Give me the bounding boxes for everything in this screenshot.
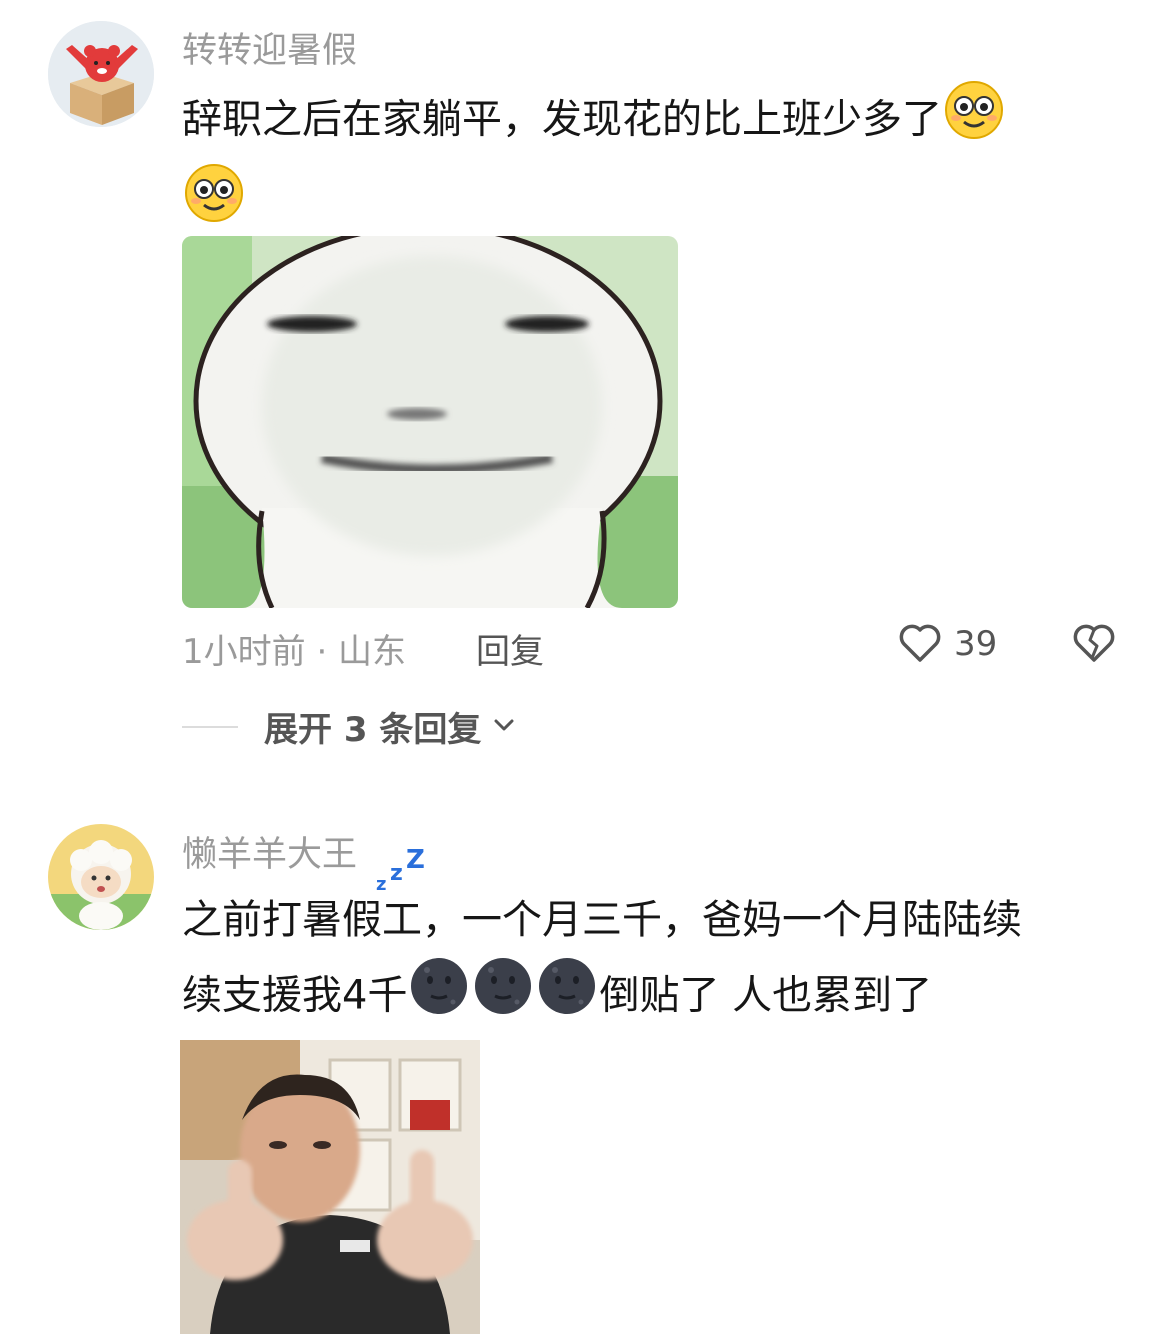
new-moon-face-icon (409, 956, 469, 1039)
comment-time-location: 1小时前 · 山东 (182, 632, 407, 672)
divider-line (182, 725, 238, 728)
comment-text-line: 倒贴了 人也累到了 (599, 972, 933, 1019)
heart-outline-icon (896, 618, 944, 670)
thumbs-up-man-image (180, 1040, 480, 1334)
comment-text: 之前打暑假工，一个月三千，爸妈一个月陆陆续 续支援我4千 倒贴了 人也累到了 (182, 884, 1132, 1039)
flushed-face-icon (944, 80, 1004, 163)
broken-heart-icon (1070, 624, 1118, 670)
comment-item: 转转迎暑假 辞职之后在家躺平，发现花的比上班少多了 1小时前 · 山东 回复 3… (0, 0, 1170, 770)
username[interactable]: 懒羊羊大王 (182, 826, 357, 877)
user-avatar[interactable] (48, 824, 154, 930)
comment-text: 辞职之后在家躺平，发现花的比上班少多了 (182, 80, 1132, 246)
user-avatar[interactable] (48, 21, 154, 127)
comment-item: 懒羊羊大王 zzZ 之前打暑假工，一个月三千，爸妈一个月陆陆续 续支援我4千 倒贴… (0, 800, 1170, 1334)
comment-text-line: 之前打暑假工，一个月三千，爸妈一个月陆陆续 (182, 897, 1022, 943)
like-button[interactable]: 39 (896, 618, 997, 670)
meme-face-image (182, 236, 678, 608)
comment-text-line: 辞职之后在家躺平，发现花的比上班少多了 (182, 96, 942, 143)
dislike-button[interactable] (1070, 618, 1118, 670)
svg-text:Z: Z (406, 846, 425, 875)
comment-text-line: 续支援我4千 (182, 972, 408, 1019)
username[interactable]: 转转迎暑假 (182, 22, 357, 73)
expand-replies-button[interactable]: 展开 3 条回复 (182, 702, 517, 751)
new-moon-face-icon (473, 956, 533, 1039)
expand-replies-label: 展开 3 条回复 (264, 710, 482, 750)
reply-button[interactable]: 回复 (476, 624, 544, 673)
comment-image[interactable] (182, 236, 678, 608)
new-moon-face-icon (537, 956, 597, 1039)
chevron-down-icon (491, 712, 517, 742)
avatar-sheep-icon (48, 824, 154, 930)
like-count: 39 (954, 624, 998, 664)
flushed-face-icon (184, 163, 244, 246)
avatar-bear-icon (48, 21, 154, 127)
comment-image[interactable] (180, 1040, 480, 1334)
svg-text:z: z (390, 861, 403, 886)
